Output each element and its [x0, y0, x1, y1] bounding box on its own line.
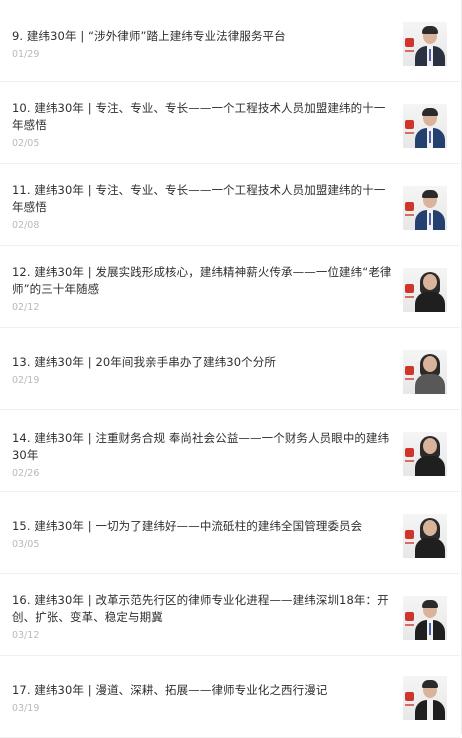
- item-title[interactable]: 9. 建纬30年 | “涉外律师”踏上建纬专业法律服务平台: [12, 28, 392, 45]
- item-text: 14. 建纬30年 | 注重财务合规 奉尚社会公益——一个财务人员眼中的建纬30…: [12, 430, 392, 481]
- portrait-hair: [422, 108, 438, 116]
- item-date: 03/19: [12, 703, 40, 714]
- item-date: 03/12: [12, 630, 40, 641]
- firm-logo-icon: [405, 530, 414, 539]
- item-text: 10. 建纬30年 | 专注、专业、专长——一个工程技术人员加盟建纬的十一年感悟…: [12, 100, 392, 151]
- article-list-page: 9. 建纬30年 | “涉外律师”踏上建纬专业法律服务平台 01/29 10. …: [0, 0, 462, 738]
- list-item[interactable]: 9. 建纬30年 | “涉外律师”踏上建纬专业法律服务平台 01/29: [0, 0, 460, 82]
- firm-logo-icon: [405, 448, 414, 457]
- item-text: 15. 建纬30年 | 一切为了建纬好——中流砥柱的建纬全国管理委员会 03/0…: [12, 518, 392, 552]
- portrait-tie: [429, 623, 431, 635]
- firm-logo-text-mark: [405, 704, 414, 706]
- portrait-hair: [422, 190, 438, 198]
- firm-logo-text-mark: [405, 296, 414, 298]
- firm-logo-icon: [405, 202, 414, 211]
- firm-logo-text-mark: [405, 460, 414, 462]
- list-item[interactable]: 16. 建纬30年 | 改革示范先行区的律师专业化进程——建纬深圳18年：开创、…: [0, 574, 460, 656]
- firm-logo-icon: [405, 284, 414, 293]
- firm-logo-icon: [405, 38, 414, 47]
- firm-logo-text-mark: [405, 624, 414, 626]
- list-item[interactable]: 10. 建纬30年 | 专注、专业、专长——一个工程技术人员加盟建纬的十一年感悟…: [0, 82, 460, 164]
- firm-logo-text-mark: [405, 50, 414, 52]
- item-title[interactable]: 17. 建纬30年 | 漫道、深耕、拓展——律师专业化之西行漫记: [12, 682, 392, 699]
- portrait-head: [423, 356, 437, 372]
- list-item[interactable]: 11. 建纬30年 | 专注、专业、专长——一个工程技术人员加盟建纬的十一年感悟…: [0, 164, 460, 246]
- item-title[interactable]: 12. 建纬30年 | 发展实践形成核心，建纬精神薪火传承——一位建纬“老律师”…: [12, 264, 392, 298]
- firm-logo-icon: [405, 612, 414, 621]
- firm-logo-text-mark: [405, 542, 414, 544]
- item-date: 02/05: [12, 138, 40, 149]
- item-date: 02/08: [12, 220, 40, 231]
- portrait-hair: [422, 680, 438, 688]
- firm-logo-icon: [405, 692, 414, 701]
- portrait-body: [415, 374, 445, 394]
- item-date: 02/12: [12, 302, 40, 313]
- portrait-body: [415, 456, 445, 476]
- item-text: 12. 建纬30年 | 发展实践形成核心，建纬精神薪火传承——一位建纬“老律师”…: [12, 264, 392, 315]
- item-thumbnail[interactable]: [403, 514, 447, 558]
- firm-logo-icon: [405, 366, 414, 375]
- firm-logo-icon: [405, 120, 414, 129]
- portrait-shirt: [427, 700, 433, 720]
- item-thumbnail[interactable]: [403, 432, 447, 476]
- portrait-hair: [422, 26, 438, 34]
- portrait-head: [423, 438, 437, 454]
- item-date: 01/29: [12, 49, 40, 60]
- item-title[interactable]: 16. 建纬30年 | 改革示范先行区的律师专业化进程——建纬深圳18年：开创、…: [12, 592, 392, 626]
- item-date: 02/26: [12, 468, 40, 479]
- list-item[interactable]: 13. 建纬30年 | 20年间我亲手串办了建纬30个分所 02/19: [0, 328, 460, 410]
- item-title[interactable]: 14. 建纬30年 | 注重财务合规 奉尚社会公益——一个财务人员眼中的建纬30…: [12, 430, 392, 464]
- item-title[interactable]: 11. 建纬30年 | 专注、专业、专长——一个工程技术人员加盟建纬的十一年感悟: [12, 182, 392, 216]
- item-title[interactable]: 10. 建纬30年 | 专注、专业、专长——一个工程技术人员加盟建纬的十一年感悟: [12, 100, 392, 134]
- item-text: 11. 建纬30年 | 专注、专业、专长——一个工程技术人员加盟建纬的十一年感悟…: [12, 182, 392, 233]
- item-text: 17. 建纬30年 | 漫道、深耕、拓展——律师专业化之西行漫记 03/19: [12, 682, 392, 716]
- item-title[interactable]: 13. 建纬30年 | 20年间我亲手串办了建纬30个分所: [12, 354, 392, 371]
- portrait-body: [415, 292, 445, 312]
- item-date: 03/05: [12, 539, 40, 550]
- item-thumbnail[interactable]: [403, 350, 447, 394]
- item-thumbnail[interactable]: [403, 22, 447, 66]
- firm-logo-text-mark: [405, 378, 414, 380]
- item-text: 13. 建纬30年 | 20年间我亲手串办了建纬30个分所 02/19: [12, 354, 392, 388]
- item-title[interactable]: 15. 建纬30年 | 一切为了建纬好——中流砥柱的建纬全国管理委员会: [12, 518, 392, 535]
- item-text: 9. 建纬30年 | “涉外律师”踏上建纬专业法律服务平台 01/29: [12, 28, 392, 62]
- portrait-head: [423, 520, 437, 536]
- firm-logo-text-mark: [405, 214, 414, 216]
- list-item[interactable]: 17. 建纬30年 | 漫道、深耕、拓展——律师专业化之西行漫记 03/19: [0, 656, 460, 738]
- portrait-tie: [429, 213, 431, 225]
- item-thumbnail[interactable]: [403, 676, 447, 720]
- item-text: 16. 建纬30年 | 改革示范先行区的律师专业化进程——建纬深圳18年：开创、…: [12, 592, 392, 643]
- item-thumbnail[interactable]: [403, 186, 447, 230]
- portrait-head: [423, 274, 437, 290]
- firm-logo-text-mark: [405, 132, 414, 134]
- item-thumbnail[interactable]: [403, 104, 447, 148]
- list-item[interactable]: 15. 建纬30年 | 一切为了建纬好——中流砥柱的建纬全国管理委员会 03/0…: [0, 492, 460, 574]
- portrait-hair: [422, 600, 438, 608]
- portrait-body: [415, 538, 445, 558]
- portrait-tie: [429, 131, 431, 143]
- list-item[interactable]: 14. 建纬30年 | 注重财务合规 奉尚社会公益——一个财务人员眼中的建纬30…: [0, 410, 460, 492]
- item-thumbnail[interactable]: [403, 596, 447, 640]
- portrait-tie: [429, 49, 431, 61]
- item-thumbnail[interactable]: [403, 268, 447, 312]
- list-item[interactable]: 12. 建纬30年 | 发展实践形成核心，建纬精神薪火传承——一位建纬“老律师”…: [0, 246, 460, 328]
- item-date: 02/19: [12, 375, 40, 386]
